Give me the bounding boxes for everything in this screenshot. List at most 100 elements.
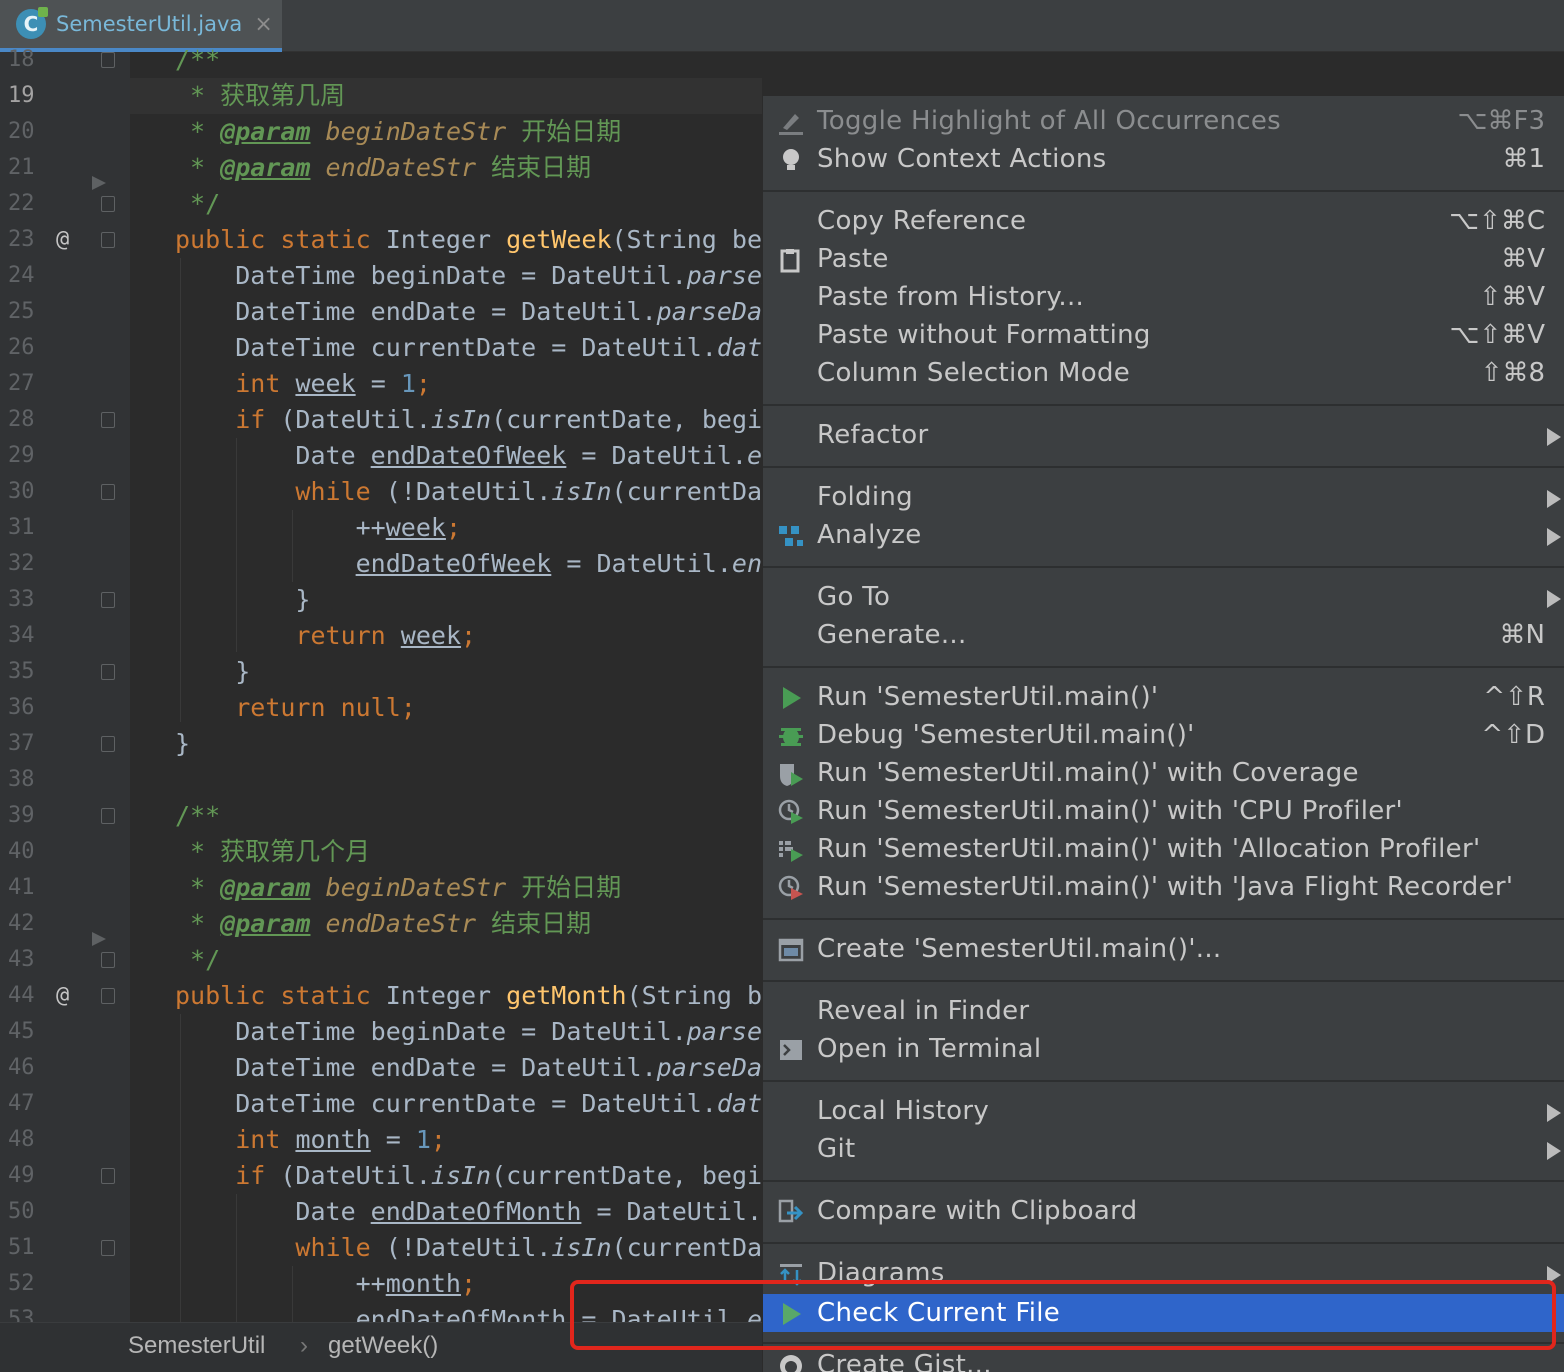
line-number: 33 (8, 587, 35, 612)
terminal-icon (780, 1040, 802, 1060)
code-line: 41 * @param beginDateStr 开始日期 (0, 870, 762, 906)
menu-item-copy-reference[interactable]: Copy Reference ⌥⇧⌘C (763, 202, 1564, 240)
code-line: 28 if (DateUtil.isIn(currentDate, beginD… (0, 402, 762, 438)
run-icon (783, 687, 801, 709)
fold-icon[interactable] (101, 808, 115, 824)
code-line: 29 Date endDateOfWeek = DateUtil.endO (0, 438, 762, 474)
fold-icon[interactable] (101, 52, 115, 68)
menu-item-run-allocation-profiler[interactable]: Run 'SemesterUtil.main()' with 'Allocati… (763, 830, 1564, 868)
code-line: 25 DateTime endDate = DateUtil.parseDate… (0, 294, 762, 330)
line-number: 31 (8, 515, 35, 540)
line-number: 49 (8, 1163, 35, 1188)
line-number: 29 (8, 443, 35, 468)
menu-item-show-context-actions[interactable]: Show Context Actions ⌘1 (763, 140, 1564, 178)
line-number: 27 (8, 371, 35, 396)
menu-item-git[interactable]: Git (763, 1130, 1564, 1168)
code-line: 24 DateTime beginDate = DateUtil.parseDa… (0, 258, 762, 294)
code-line: 26 DateTime currentDate = DateUtil.dateN… (0, 330, 762, 366)
menu-item-reveal-in-finder[interactable]: Reveal in Finder (763, 992, 1564, 1030)
breadcrumb-class[interactable]: SemesterUtil (128, 1332, 265, 1360)
breadcrumb-separator: › (300, 1332, 308, 1359)
line-number: 18 (8, 47, 35, 72)
create-config-icon (778, 938, 804, 962)
menu-item-go-to[interactable]: Go To (763, 578, 1564, 616)
menu-separator (763, 1080, 1564, 1082)
fold-icon[interactable] (101, 952, 115, 968)
fold-icon[interactable] (101, 484, 115, 500)
menu-separator (763, 190, 1564, 192)
code-line: 46 DateTime endDate = DateUtil.parseDate… (0, 1050, 762, 1086)
line-number: 36 (8, 695, 35, 720)
highlighter-icon (779, 114, 803, 135)
code-line: 23 @ public static Integer getWeek(String … (0, 222, 762, 258)
menu-item-run[interactable]: Run 'SemesterUtil.main()' ^⇧R (763, 678, 1564, 716)
debug-icon (779, 728, 803, 746)
line-number: 51 (8, 1235, 35, 1260)
menu-item-toggle-highlight[interactable]: Toggle Highlight of All Occurrences ⌥⌘F3 (763, 102, 1564, 140)
line-number: 41 (8, 875, 35, 900)
menu-item-run-cpu-profiler[interactable]: Run 'SemesterUtil.main()' with 'CPU Prof… (763, 792, 1564, 830)
fold-icon[interactable] (101, 988, 115, 1004)
code-line: 39/** (0, 798, 762, 834)
breadcrumb-method[interactable]: getWeek() (328, 1332, 438, 1360)
submenu-arrow-icon (1547, 490, 1561, 508)
fold-icon[interactable] (101, 1168, 115, 1184)
fold-icon[interactable] (101, 232, 115, 248)
menu-separator (763, 466, 1564, 468)
code-line: 27 int week = 1; (0, 366, 762, 402)
menu-item-analyze[interactable]: Analyze (763, 516, 1564, 554)
fold-icon[interactable] (101, 592, 115, 608)
menu-item-run-flight-recorder[interactable]: Run 'SemesterUtil.main()' with 'Java Fli… (763, 868, 1564, 906)
line-number: 32 (8, 551, 35, 576)
menu-item-folding[interactable]: Folding (763, 478, 1564, 516)
menu-item-paste-without-formatting[interactable]: Paste without Formatting ⌥⇧⌘V (763, 316, 1564, 354)
context-menu: Toggle Highlight of All Occurrences ⌥⌘F3… (762, 96, 1564, 1372)
code-line: 18/** (0, 42, 762, 78)
submenu-arrow-icon (1547, 1104, 1561, 1122)
code-line: 50 Date endDateOfMonth = DateUtil.end (0, 1194, 762, 1230)
menu-separator (763, 1242, 1564, 1244)
code-line: 34 return week; (0, 618, 762, 654)
menu-item-local-history[interactable]: Local History (763, 1092, 1564, 1130)
coverage-icon (780, 764, 803, 786)
line-number: 19 (8, 83, 35, 108)
code-line: 43 */ (0, 942, 762, 978)
menu-item-generate[interactable]: Generate... ⌘N (763, 616, 1564, 654)
line-number: 35 (8, 659, 35, 684)
menu-item-create-config[interactable]: Create 'SemesterUtil.main()'... (763, 930, 1564, 968)
line-number: 24 (8, 263, 35, 288)
line-number: 25 (8, 299, 35, 324)
line-number: 40 (8, 839, 35, 864)
fold-icon[interactable] (101, 664, 115, 680)
code-editor[interactable]: 18/** 19 * 获取第几周 20 * @param beginDateSt… (0, 0, 762, 1322)
menu-item-paste[interactable]: Paste ⌘V (763, 240, 1564, 278)
line-number: 23 (8, 227, 35, 252)
line-number: 47 (8, 1091, 35, 1116)
menu-item-refactor[interactable]: Refactor (763, 416, 1564, 454)
override-marker-icon[interactable]: @ (56, 978, 69, 1014)
menu-item-compare-with-clipboard[interactable]: Compare with Clipboard (763, 1192, 1564, 1230)
menu-item-run-coverage[interactable]: Run 'SemesterUtil.main()' with Coverage (763, 754, 1564, 792)
fold-icon[interactable] (101, 196, 115, 212)
fold-icon[interactable] (101, 1240, 115, 1256)
code-line: 38 (0, 762, 762, 798)
line-number: 34 (8, 623, 35, 648)
menu-item-debug[interactable]: Debug 'SemesterUtil.main()' ^⇧D (763, 716, 1564, 754)
cpu-profiler-icon (778, 799, 803, 824)
menu-item-column-selection-mode[interactable]: Column Selection Mode ⇧⌘8 (763, 354, 1564, 392)
code-line: 42 * @param endDateStr 结束日期 (0, 906, 762, 946)
menu-separator (763, 404, 1564, 406)
line-number: 30 (8, 479, 35, 504)
menu-item-paste-from-history[interactable]: Paste from History... ⇧⌘V (763, 278, 1564, 316)
fold-icon[interactable] (101, 412, 115, 428)
code-line: 37} (0, 726, 762, 762)
menu-separator (763, 980, 1564, 982)
override-marker-icon[interactable]: @ (56, 222, 69, 258)
menu-item-open-in-terminal[interactable]: Open in Terminal (763, 1030, 1564, 1068)
fold-icon[interactable] (101, 736, 115, 752)
github-icon (780, 1355, 802, 1372)
line-number: 22 (8, 191, 35, 216)
line-number: 46 (8, 1055, 35, 1080)
highlight-annotation-box (570, 1280, 1556, 1350)
code-line: 48 int month = 1; (0, 1122, 762, 1158)
